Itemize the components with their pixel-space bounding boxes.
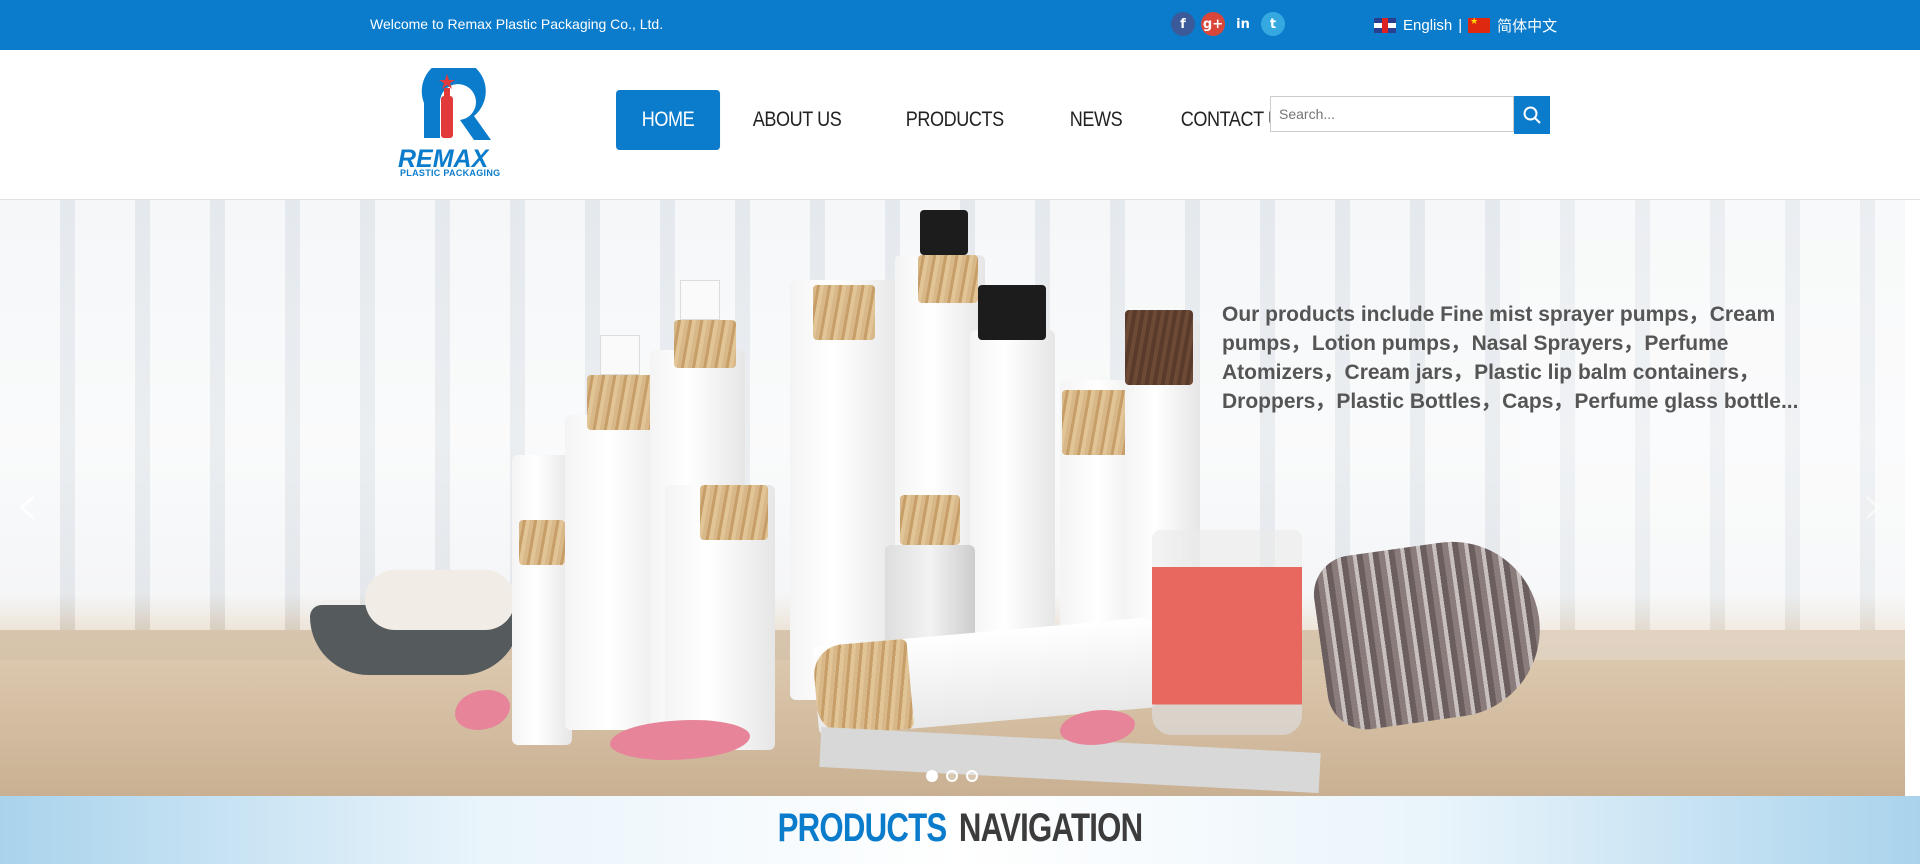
uk-flag-icon (1374, 18, 1396, 33)
top-bar: Welcome to Remax Plastic Packaging Co., … (0, 0, 1920, 50)
facebook-icon[interactable]: f (1171, 12, 1195, 36)
search-icon (1523, 106, 1541, 124)
main-nav: HOME ABOUT US PRODUCTS NEWS CONTACT US (616, 90, 1334, 150)
candle-glass-image (1152, 530, 1302, 735)
china-flag-icon (1468, 16, 1491, 33)
search-input[interactable] (1270, 96, 1514, 132)
section-title-part2: NAVIGATION (958, 806, 1143, 850)
social-links: f g+ in t (1171, 12, 1285, 36)
banner-window-panel (1520, 200, 1905, 730)
soap-image (365, 570, 515, 630)
welcome-text: Welcome to Remax Plastic Packaging Co., … (370, 16, 664, 32)
carousel-dot[interactable] (966, 770, 978, 782)
twitter-icon[interactable]: t (1261, 12, 1285, 36)
section-title-part1: PRODUCTS (777, 806, 948, 850)
lang-chinese-link[interactable]: 简体中文 (1497, 15, 1557, 36)
carousel-dot[interactable] (926, 770, 938, 782)
nav-products[interactable]: PRODUCTS (880, 90, 1030, 150)
products-navigation-section: PRODUCTS NAVIGATION (0, 796, 1920, 864)
carousel-dots (926, 770, 978, 782)
lang-separator: | (1458, 17, 1463, 34)
nav-about-us[interactable]: ABOUT US (727, 90, 867, 150)
logo-mark-icon (421, 59, 491, 140)
section-title: PRODUCTS NAVIGATION (211, 806, 1709, 851)
language-switcher: English | 简体中文 (1374, 15, 1557, 36)
hero-banner: Our products include Fine mist sprayer p… (0, 200, 1905, 796)
banner-caption: Our products include Fine mist sprayer p… (1222, 303, 1799, 413)
site-header: REMAX PLASTIC PACKAGING HOME ABOUT US PR… (0, 50, 1920, 200)
carousel-prev-arrow[interactable]: ‹ (15, 475, 39, 535)
nav-news[interactable]: NEWS (1044, 90, 1148, 150)
carousel-dot[interactable] (946, 770, 958, 782)
lang-english-link[interactable]: English (1403, 17, 1452, 34)
google-plus-icon[interactable]: g+ (1201, 12, 1225, 36)
nav-home[interactable]: HOME (616, 90, 721, 150)
search-box (1270, 96, 1550, 134)
company-logo[interactable]: REMAX PLASTIC PACKAGING (396, 59, 524, 178)
logo-subtext: PLASTIC PACKAGING (400, 168, 501, 178)
linkedin-icon[interactable]: in (1231, 12, 1255, 36)
carousel-next-arrow[interactable]: › (1862, 475, 1886, 535)
search-button[interactable] (1514, 96, 1550, 134)
